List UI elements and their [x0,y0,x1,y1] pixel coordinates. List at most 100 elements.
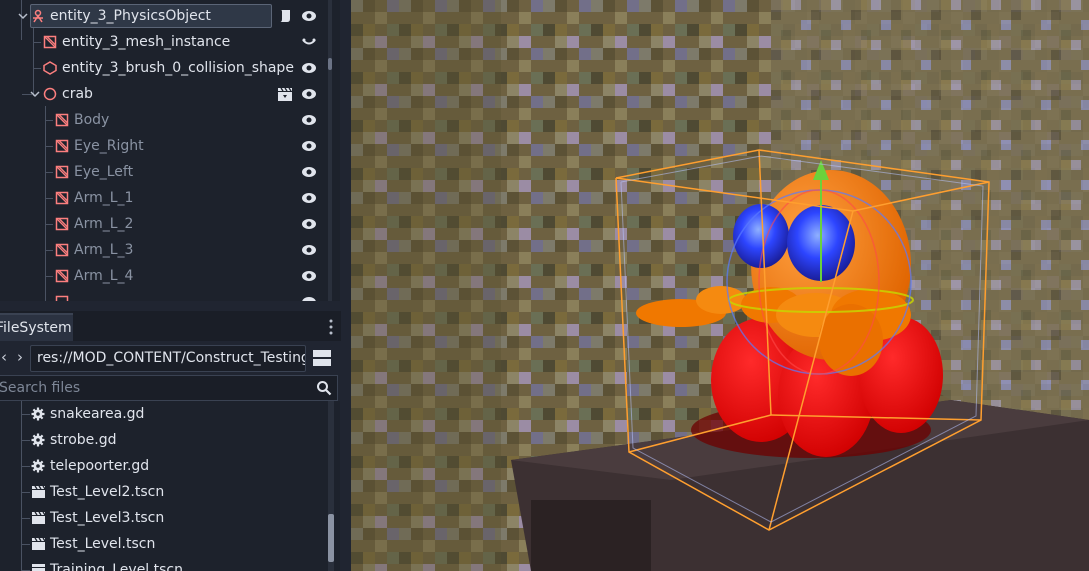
scene-tree-panel: entity_3_PhysicsObject entity_3_mesh_ins… [0,0,340,301]
file-item[interactable]: Training_Level.tscn [0,557,320,571]
tree-guide-line [22,440,30,441]
visibility-eye-icon[interactable] [301,8,317,24]
visibility-eye-icon[interactable] [301,60,317,76]
mesh-instance-icon [55,269,69,283]
file-item[interactable]: strobe.gd [0,427,320,453]
collision-shape-icon [43,61,57,75]
tree-node-entity-3-physicsobject[interactable]: entity_3_PhysicsObject [0,3,330,29]
file-list: snakearea.gd strobe.gd telepoorter.gd Te… [0,401,340,571]
clapperboard-icon [32,537,46,550]
tree-node-body[interactable]: Body [0,107,330,133]
file-item[interactable]: telepoorter.gd [0,453,320,479]
path-field[interactable]: res://MOD_CONTENT/Construct_Testing [30,345,306,372]
signal-icon[interactable] [302,37,316,47]
gear-icon [31,459,45,473]
visibility-eye-icon[interactable] [301,164,317,180]
search-input[interactable]: Search files [0,375,338,401]
tree-node-label: Arm_L_2 [74,216,134,232]
mesh-instance-icon [55,191,69,205]
viewport-canvas[interactable] [351,0,1089,571]
tree-node-label: entity_3_mesh_instance [62,34,231,50]
tree-node-label: entity_3_brush_0_collision_shape [62,60,294,76]
visibility-eye-icon[interactable] [301,268,317,284]
chevron-down-icon[interactable] [18,11,28,21]
gear-icon [31,407,45,421]
visibility-eye-icon[interactable] [301,294,317,301]
back-arrow-icon[interactable]: ‹ [0,349,10,365]
tree-node-arm-l-1[interactable]: Arm_L_1 [0,185,330,211]
tree-node-arm-l-3[interactable]: Arm_L_3 [0,237,330,263]
visibility-eye-icon[interactable] [301,190,317,206]
clapperboard-icon [32,564,45,571]
scene-tree-scrollbar[interactable] [328,0,332,301]
clapperboard-icon [32,511,46,524]
mesh-instance-icon [55,217,69,231]
file-item[interactable]: Test_Level2.tscn [0,479,320,505]
tree-node-arm-l-4[interactable]: Arm_L_4 [0,263,330,289]
file-item[interactable]: Test_Level3.tscn [0,505,320,531]
file-item[interactable]: Test_Level.tscn [0,531,320,557]
file-name: snakearea.gd [50,406,145,422]
file-name: Test_Level2.tscn [50,484,165,500]
tree-guide-line [22,492,30,493]
tree-node-label: Arm_L_3 [74,242,134,258]
crab-arm [696,286,746,314]
tree-node-collision-shape[interactable]: entity_3_brush_0_collision_shape [0,55,330,81]
visibility-eye-icon[interactable] [301,86,317,102]
tree-guide-line [22,414,30,415]
tab-filesystem[interactable]: FileSystem [0,313,73,341]
tree-node-label: crab [62,86,93,102]
filesystem-path-bar: ‹ › res://MOD_CONTENT/Construct_Testing [0,343,351,373]
search-icon [317,381,332,396]
tree-node-entity-3-mesh-instance[interactable]: entity_3_mesh_instance [0,29,330,55]
tree-node-label: Body [74,112,110,128]
physics-body-icon [33,9,43,23]
tree-node-arm-l-2[interactable]: Arm_L_2 [0,211,330,237]
tree-node-partial[interactable] [0,289,330,301]
dock-divider[interactable] [341,0,351,571]
visibility-eye-icon[interactable] [301,216,317,232]
mesh-instance-icon [55,113,69,127]
tree-node-label: Arm_L_1 [74,190,134,206]
tree-node-crab[interactable]: crab [0,81,330,107]
split-layout-icon[interactable] [312,349,332,367]
mesh-instance-icon [43,35,57,49]
tree-node-label: Eye_Left [74,164,134,180]
filesystem-search: Search files [0,375,340,401]
file-name: Test_Level3.tscn [50,510,165,526]
file-item[interactable]: snakearea.gd [0,401,320,427]
tree-node-eye-left[interactable]: Eye_Left [0,159,330,185]
3d-viewport[interactable] [351,0,1089,571]
tree-node-label: entity_3_PhysicsObject [50,8,211,24]
visibility-eye-icon[interactable] [301,138,317,154]
forward-arrow-icon[interactable]: › [14,349,26,365]
file-name: Test_Level.tscn [50,536,156,552]
script-icon[interactable] [278,8,292,24]
dock-splitter[interactable] [0,301,351,311]
mesh-instance-icon [55,165,69,179]
crab-arm [819,304,883,376]
file-name: strobe.gd [50,432,117,448]
file-name: Training_Level.tscn [50,562,183,571]
filesystem-tab-bar: FileSystem [0,311,351,341]
tree-node-label: Eye_Right [74,138,144,154]
mesh-instance-icon [55,243,69,257]
mesh-instance-icon [55,139,69,153]
clapperboard-icon[interactable] [277,86,293,102]
tree-guide-line [22,544,30,545]
kebab-menu-icon[interactable] [329,319,333,335]
node3d-icon [43,87,57,101]
gear-icon [31,433,45,447]
chevron-down-icon[interactable] [30,89,40,99]
scrollbar-thumb[interactable] [328,514,334,562]
visibility-eye-icon[interactable] [301,242,317,258]
visibility-eye-icon[interactable] [301,112,317,128]
tree-node-eye-right[interactable]: Eye_Right [0,133,330,159]
wall-shade [351,0,501,571]
file-list-scrollbar[interactable] [328,401,334,571]
file-name: telepoorter.gd [50,458,150,474]
scrollbar-thumb[interactable] [328,58,332,70]
tree-guide-line [22,518,30,519]
ledge-side [531,500,651,571]
left-dock: entity_3_PhysicsObject entity_3_mesh_ins… [0,0,351,571]
